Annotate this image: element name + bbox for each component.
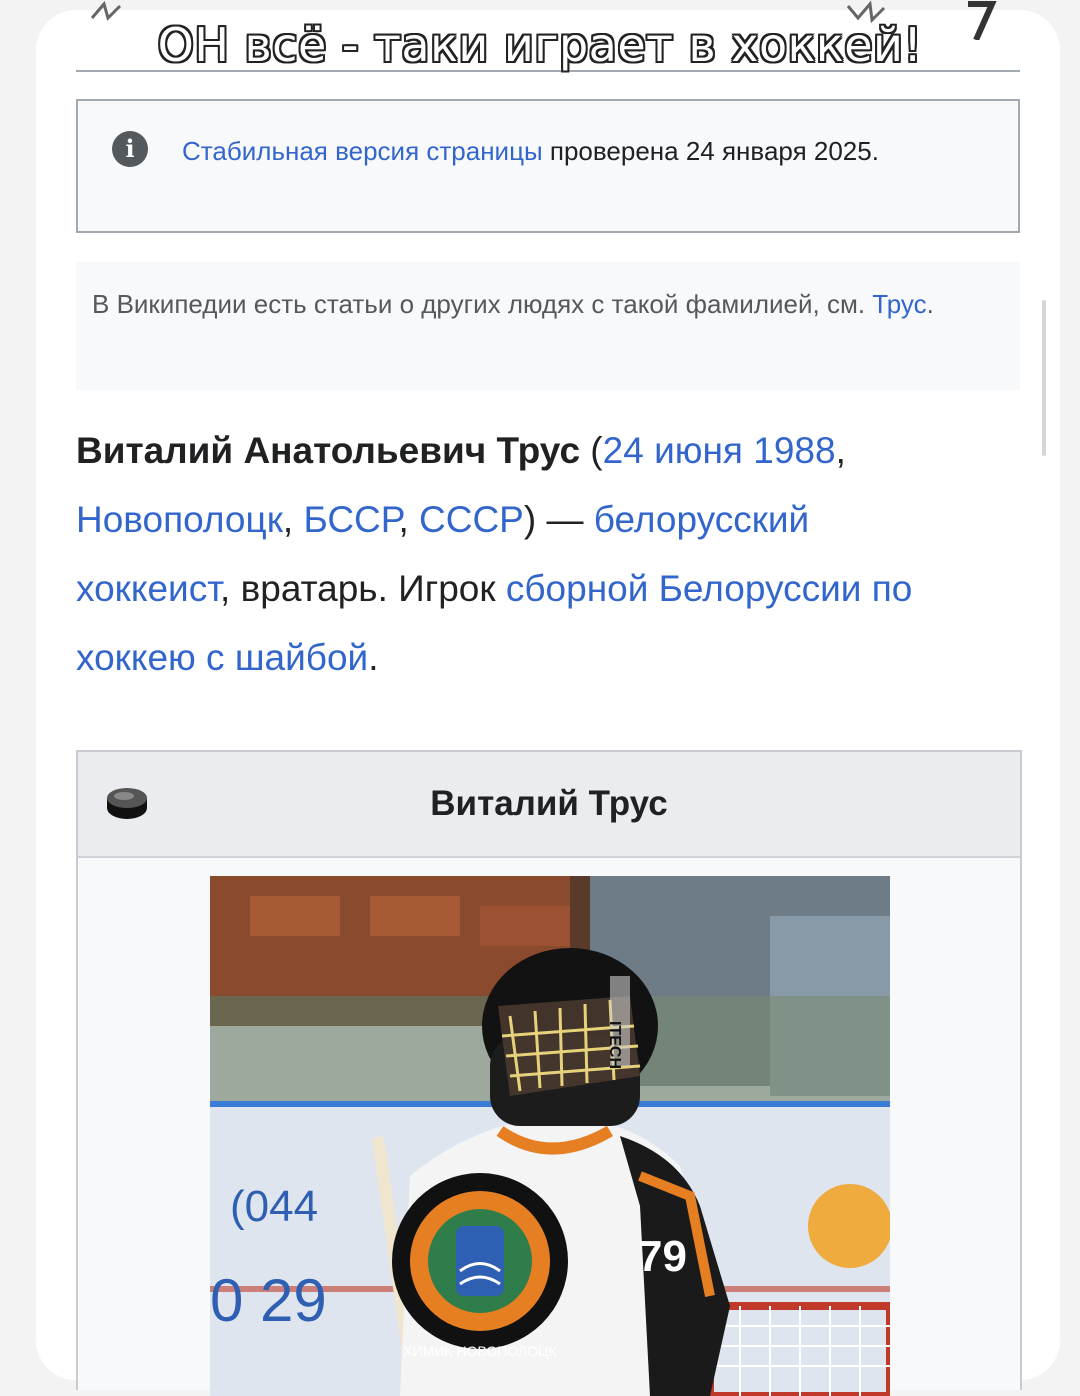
stable-version-link[interactable]: Стабильная версия страницы	[182, 136, 543, 166]
crest-text: ХИМИК НОВОПОЛОЦК	[403, 1343, 557, 1359]
hatnote-end: .	[926, 289, 934, 319]
lead-end: .	[368, 637, 379, 678]
lead-paren: (	[580, 430, 603, 471]
lead-sep: ) —	[523, 499, 594, 540]
hatnote-link-trus[interactable]: Трус	[872, 289, 926, 319]
notice-text: Стабильная версия страницы проверена 24 …	[182, 125, 982, 177]
banner-text: (044	[230, 1182, 318, 1231]
nationality-link[interactable]: белорусский	[594, 499, 809, 540]
infobox-header: Виталий Трус	[78, 752, 1020, 858]
infobox-title: Виталий Трус	[430, 784, 668, 823]
birth-date-link[interactable]: 24 июня 1988	[603, 430, 836, 471]
birthplace-link[interactable]: Новополоцк	[76, 499, 283, 540]
banner-number: 0 29	[210, 1267, 327, 1334]
sport-link[interactable]: хоккеист	[76, 568, 220, 609]
notice-date-text: проверена 24 января 2025.	[542, 136, 879, 166]
stable-version-notice: i Стабильная версия страницы проверена 2…	[76, 99, 1020, 233]
bssr-link[interactable]: БССР	[303, 499, 398, 540]
lead-sep: ,	[835, 430, 846, 471]
ussr-link[interactable]: СССР	[419, 499, 524, 540]
lead-role-text: , вратарь. Игрок	[220, 568, 506, 609]
lead-paragraph: Виталий Анатольевич Трус (24 июня 1988 , …	[76, 416, 1020, 692]
info-icon: i	[112, 131, 148, 167]
scrollbar-thumb[interactable]	[1042, 300, 1046, 456]
infobox: Виталий Трус (044 0 29 79 ХИМИК НОВОПОЛО…	[76, 750, 1022, 1396]
player-photo[interactable]: (044 0 29 79 ХИМИК НОВОПОЛОЦК ITECH	[210, 876, 890, 1396]
article-subject-name: Виталий Анатольевич Трус	[76, 430, 581, 471]
hatnote-text: В Википедии есть статьи о других людях с…	[92, 289, 873, 319]
meme-caption: ОН всё - таки играет в хоккей!	[157, 18, 923, 72]
lead-sep: ,	[282, 499, 304, 540]
svg-text:ITECH: ITECH	[606, 1021, 623, 1069]
lead-sep: ,	[398, 499, 420, 540]
jersey-number: 79	[638, 1232, 687, 1281]
goalie-photo-image: (044 0 29 79 ХИМИК НОВОПОЛОЦК ITECH	[210, 876, 890, 1396]
hatnote: В Википедии есть статьи о других людях с…	[76, 262, 1020, 390]
